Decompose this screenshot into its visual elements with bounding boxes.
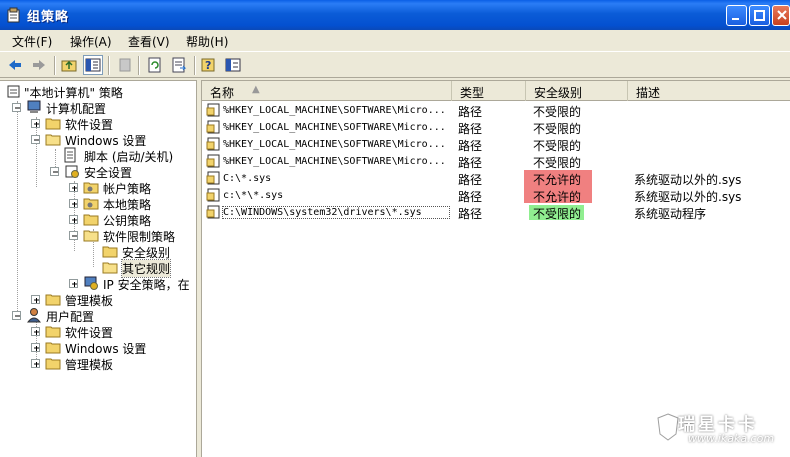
table-row[interactable]: %HKEY_LOCAL_MACHINE\SOFTWARE\Micro... 路径… <box>202 136 790 153</box>
help-icon[interactable]: ? <box>200 56 218 74</box>
collapse-icon[interactable] <box>12 311 21 320</box>
table-row[interactable]: %HKEY_LOCAL_MACHINE\SOFTWARE\Micro... 路径… <box>202 102 790 119</box>
expand-icon[interactable] <box>69 199 78 208</box>
menu-action[interactable]: 操作(A) <box>70 33 112 50</box>
expand-icon[interactable] <box>69 215 78 224</box>
window-title: 组策略 <box>27 10 70 25</box>
toolbar: ? <box>0 51 790 78</box>
path-rule-icon <box>206 137 220 151</box>
folder-icon <box>83 214 99 226</box>
list-pane[interactable]: 名称 ▲ 类型 安全级别 描述 %HKEY_LOCAL_MACHINE\SOFT… <box>201 80 790 457</box>
up-folder-icon[interactable] <box>60 56 78 74</box>
computer-icon <box>27 100 41 113</box>
properties-icon[interactable] <box>224 56 242 74</box>
forward-arrow-icon[interactable] <box>30 56 48 74</box>
table-row[interactable]: %HKEY_LOCAL_MACHINE\SOFTWARE\Micro... 路径… <box>202 119 790 136</box>
menu-view[interactable]: 查看(V) <box>128 33 170 50</box>
path-rule-icon <box>206 205 220 219</box>
expand-icon[interactable] <box>31 327 40 336</box>
close-button[interactable] <box>772 5 790 26</box>
back-arrow-icon[interactable] <box>6 56 24 74</box>
table-row[interactable]: %HKEY_LOCAL_MACHINE\SOFTWARE\Micro... 路径… <box>202 153 790 170</box>
ip-security-icon <box>84 276 98 290</box>
folder-icon <box>45 342 61 354</box>
table-row[interactable]: C:\WINDOWS\system32\drivers\*.sys 路径 不受限… <box>202 204 790 221</box>
collapse-icon[interactable] <box>31 135 40 144</box>
close-icon <box>777 10 787 20</box>
menu-bar: 文件(F) 操作(A) 查看(V) 帮助(H) <box>0 30 790 50</box>
table-row[interactable]: c:\*\*.sys 路径 不允许的 系统驱动以外的.sys <box>202 186 790 204</box>
collapse-icon[interactable] <box>12 103 21 112</box>
expand-icon[interactable] <box>69 279 78 288</box>
open-folder-icon <box>83 230 99 242</box>
svg-text:?: ? <box>205 59 211 72</box>
path-rule-icon <box>206 120 220 134</box>
secure-folder-icon <box>83 198 99 210</box>
table-row[interactable]: C:\*.sys 路径 不允许的 系统驱动以外的.sys <box>202 170 790 187</box>
user-icon <box>26 308 42 323</box>
script-icon <box>64 147 76 163</box>
expand-icon[interactable] <box>31 295 40 304</box>
secure-folder-icon <box>83 182 99 194</box>
expand-icon[interactable] <box>31 343 40 352</box>
column-header-name[interactable]: 名称 ▲ <box>202 81 452 101</box>
list-header: 名称 ▲ 类型 安全级别 描述 <box>202 81 790 101</box>
expand-icon[interactable] <box>31 119 40 128</box>
tree-pane[interactable]: "本地计算机" 策略 计算机配置 软件设置 Windows 设置 脚本 (启动/… <box>0 80 197 457</box>
minimize-button[interactable] <box>726 5 747 26</box>
watermark-shield-icon <box>657 413 679 441</box>
path-rule-icon <box>206 154 220 168</box>
folder-icon <box>45 358 61 370</box>
column-header-security-level[interactable]: 安全级别 <box>526 81 628 101</box>
path-rule-icon <box>206 103 220 117</box>
expand-icon[interactable] <box>31 359 40 368</box>
menu-file[interactable]: 文件(F) <box>12 33 52 50</box>
column-header-type[interactable]: 类型 <box>452 81 526 101</box>
open-folder-icon <box>45 134 61 146</box>
collapse-icon[interactable] <box>69 231 78 240</box>
menu-help[interactable]: 帮助(H) <box>186 33 228 50</box>
show-hide-tree-icon[interactable] <box>83 55 103 75</box>
maximize-button[interactable] <box>749 5 770 26</box>
maximize-icon <box>754 10 765 21</box>
title-bar[interactable]: 组策略 <box>0 0 790 30</box>
sort-ascending-icon: ▲ <box>252 84 260 95</box>
minimize-icon <box>732 18 739 20</box>
security-settings-icon <box>65 165 79 178</box>
status-badge: 不受限的 <box>533 207 582 221</box>
expand-icon[interactable] <box>69 183 78 192</box>
folder-icon <box>45 118 61 130</box>
status-badge: 不允许的 <box>533 190 582 204</box>
folder-icon <box>45 294 61 306</box>
column-header-description[interactable]: 描述 <box>628 81 790 101</box>
path-rule-icon <box>206 188 220 202</box>
group-policy-icon <box>7 7 20 23</box>
refresh-icon[interactable] <box>146 56 164 74</box>
delete-icon[interactable] <box>116 56 134 74</box>
collapse-icon[interactable] <box>50 167 59 176</box>
folder-icon <box>102 246 118 258</box>
policy-scroll-icon <box>7 85 20 98</box>
path-rule-icon <box>206 171 220 185</box>
watermark-logo: 瑞星卡卡 www.ikaka.com <box>656 408 780 450</box>
open-folder-icon <box>102 262 118 274</box>
export-list-icon[interactable] <box>170 56 188 74</box>
folder-icon <box>45 326 61 338</box>
